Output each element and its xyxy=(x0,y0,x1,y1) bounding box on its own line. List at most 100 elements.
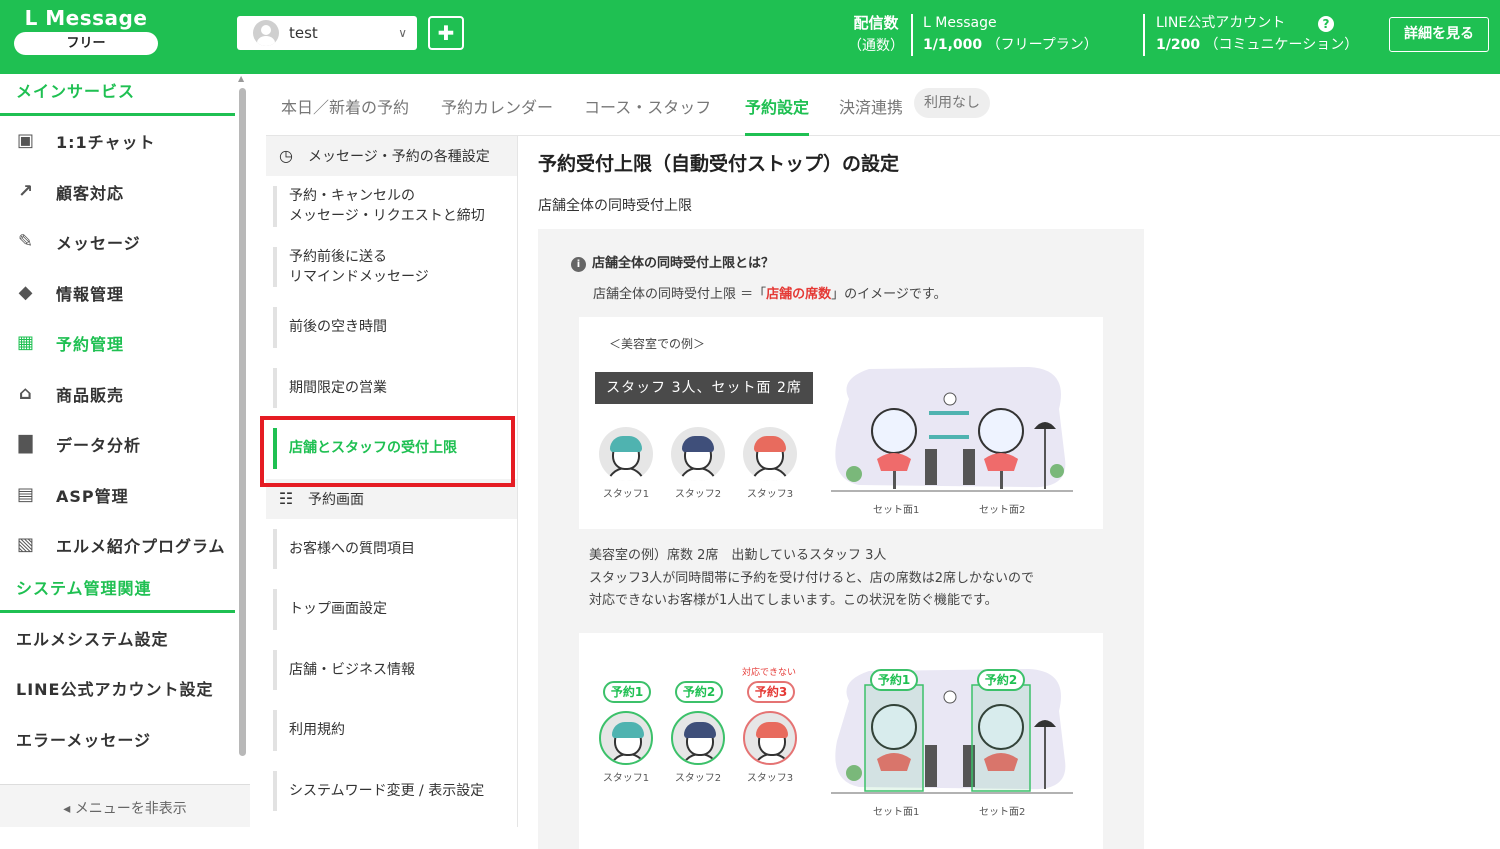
subnav-item-label: 前後の空き時間 xyxy=(289,319,387,336)
account-name: test xyxy=(289,24,318,42)
sidebar-item-sales[interactable]: ⌂ 商品販売 xyxy=(0,369,235,420)
main-content: 予約受付上限（自動受付ストップ）の設定 店舗全体の同時受付上限 i 店舗全体の同時… xyxy=(538,136,1500,849)
delivery-count-label: 配信数 （通数） xyxy=(848,12,904,57)
staff-avatar: スタッフ2 xyxy=(668,427,728,500)
info-desc-pre: 店舗全体の同時受付上限 ＝「 xyxy=(593,287,767,302)
sidebar-item-reservation[interactable]: ▦ 予約管理 xyxy=(0,318,235,369)
subnav-item-limited-hours[interactable]: 期間限定の営業 xyxy=(266,358,517,419)
subnav-item-buffer-time[interactable]: 前後の空き時間 xyxy=(266,297,517,358)
explain-line: 美容室の例）席数 2席 出勤しているスタッフ 3人 xyxy=(589,548,887,563)
stat3-note: （コミュニケーション） xyxy=(1204,37,1359,53)
subnav-item-business-info[interactable]: 店舗・ビジネス情報 xyxy=(266,640,517,701)
salon-illustration xyxy=(831,367,1073,492)
edit-message-icon: ✎ xyxy=(17,231,35,253)
app-name: L Message xyxy=(24,6,148,30)
sidebar-item-asp[interactable]: ▤ ASP管理 xyxy=(0,470,235,521)
sidebar-item-customer[interactable]: ↗ 顧客対応 xyxy=(0,167,235,218)
bar-chart-icon: ▇ xyxy=(18,433,34,455)
reservation-badge-rejected: 予約3 xyxy=(747,681,795,703)
sidebar-item-chat[interactable]: ▣ 1:1チャット xyxy=(0,116,235,167)
asp-icon: ▤ xyxy=(16,483,35,505)
subnav-item-label: 予約前後に送る xyxy=(289,248,387,265)
sidebar: メインサービス ▣ 1:1チャット ↗ 顧客対応 ✎ メッセージ ◆ 情報管理 ▦ 予約管… xyxy=(0,74,235,827)
arrow-box-icon: ↗ xyxy=(17,180,35,202)
sidebar-item-analytics[interactable]: ▇ データ分析 xyxy=(0,419,235,470)
subnav-group-message-settings: ◷ メッセージ・予約の各種設定 xyxy=(266,136,517,176)
details-button[interactable]: 詳細を見る xyxy=(1389,17,1489,52)
staff-label: スタッフ1 xyxy=(602,773,650,784)
staff-icon xyxy=(671,427,725,481)
reservation-badge: 予約2 xyxy=(675,681,723,703)
hide-menu-label: メニューを非表示 xyxy=(74,801,187,817)
staff-label: スタッフ2 xyxy=(674,489,722,500)
stat2-value: 1/1,000 xyxy=(923,37,983,53)
info-heading-text: 店舗全体の同時受付上限とは？ xyxy=(592,256,775,271)
seat-label: セット面2 xyxy=(979,807,1026,818)
sidebar-item-line-settings[interactable]: LINE公式アカウント設定 xyxy=(0,663,235,714)
subnav-item-label: メッセージ・リクエストと締切 xyxy=(289,208,485,225)
staff-avatar: スタッフ1 xyxy=(596,427,656,500)
section-subtitle: 店舗全体の同時受付上限 xyxy=(538,198,692,214)
divider xyxy=(911,14,913,56)
help-icon[interactable]: ? xyxy=(1318,16,1334,32)
subnav-item-label: システムワード変更 / 表示設定 xyxy=(289,782,485,799)
plan-badge: フリー xyxy=(14,32,158,55)
staff-icon xyxy=(599,427,653,481)
staff-label: スタッフ2 xyxy=(674,773,722,784)
subnav-item-label: 予約・キャンセルの xyxy=(289,188,415,205)
tab-reservation-settings[interactable]: 予約設定 xyxy=(745,94,810,136)
tab-payment[interactable]: 決済連携 xyxy=(839,94,903,136)
staff-avatar: スタッフ3 xyxy=(740,711,800,784)
app-logo[interactable]: L Message フリー xyxy=(14,6,158,55)
sidebar-item-label: 商品販売 xyxy=(56,385,125,405)
sidebar-item-label: 予約管理 xyxy=(56,335,125,355)
sidebar-item-label: メッセージ xyxy=(56,234,141,254)
staff-icon xyxy=(671,711,725,765)
avatar xyxy=(253,20,279,46)
seat-reservation-badge: 予約2 xyxy=(977,669,1025,691)
stat1-label: 配信数 xyxy=(853,14,899,32)
add-user-icon[interactable]: ✚ xyxy=(428,16,464,50)
sidebar-scrollbar[interactable]: ▲ xyxy=(238,74,247,758)
tab-today[interactable]: 本日／新着の予約 xyxy=(281,94,409,136)
sidebar-item-label: 情報管理 xyxy=(56,284,125,304)
subnav-item-message-request[interactable]: 予約・キャンセルのメッセージ・リクエストと締切 xyxy=(266,176,517,237)
subnav-item-remind[interactable]: 予約前後に送るリマインドメッセージ xyxy=(266,237,517,298)
sidebar-item-referral[interactable]: ▧ エルメ紹介プログラム xyxy=(0,520,235,571)
seat-reservation-badge: 予約1 xyxy=(870,669,918,691)
stat2-label: L Message xyxy=(923,15,997,31)
scroll-up-icon: ▲ xyxy=(238,74,245,83)
highlight-box xyxy=(260,416,515,487)
hide-menu-button[interactable]: ◂ メニューを非表示 xyxy=(0,784,250,827)
subnav-item-top-page[interactable]: トップ画面設定 xyxy=(266,579,517,640)
capacity-card: 対応できない 予約1 予約2 予約3 スタッフ1 スタッフ2 スタッフ3 予約1… xyxy=(579,633,1103,849)
staff-avatar: スタッフ3 xyxy=(740,427,800,500)
collapse-icon: ◂ xyxy=(63,801,71,817)
staff-icon xyxy=(743,711,797,765)
tab-calendar[interactable]: 予約カレンダー xyxy=(441,94,553,136)
stat1-sub: （通数） xyxy=(848,38,904,54)
cannot-handle-label: 対応できない xyxy=(742,668,797,678)
subnav-item-system-words[interactable]: システムワード変更 / 表示設定 xyxy=(266,761,517,822)
subnav-item-terms[interactable]: 利用規約 xyxy=(266,700,517,761)
info-desc-highlight: 店舗の席数 xyxy=(766,287,832,302)
reservation-badge: 予約1 xyxy=(603,681,651,703)
subnav-item-questions[interactable]: お客様への質問項目 xyxy=(266,519,517,580)
sidebar-item-label: 顧客対応 xyxy=(56,183,125,203)
staff-avatar: スタッフ1 xyxy=(596,711,656,784)
subnav-item-label: リマインドメッセージ xyxy=(289,268,429,285)
scrollbar-thumb[interactable] xyxy=(239,88,246,756)
sidebar-item-info[interactable]: ◆ 情報管理 xyxy=(0,268,235,319)
list-icon: ☷ xyxy=(278,488,294,508)
staff-icon xyxy=(599,711,653,765)
subnav-item-label: 期間限定の営業 xyxy=(289,379,387,396)
explain-line: スタッフ3人が同時間帯に予約を受け付けると、店の席数は2席しかないので xyxy=(589,570,1035,586)
info-description: 店舗全体の同時受付上限 ＝「店舗の席数」のイメージです。 xyxy=(593,283,947,302)
sidebar-item-message[interactable]: ✎ メッセージ xyxy=(0,217,235,268)
account-selector[interactable]: test ∨ xyxy=(237,16,417,50)
clipboard-user-icon: ▧ xyxy=(16,534,35,556)
tab-course-staff[interactable]: コース・スタッフ xyxy=(584,94,711,136)
sidebar-item-system-settings[interactable]: エルメシステム設定 xyxy=(0,613,235,664)
staff-label: スタッフ1 xyxy=(602,489,650,500)
sidebar-item-error-messages[interactable]: エラーメッセージ xyxy=(0,714,235,765)
